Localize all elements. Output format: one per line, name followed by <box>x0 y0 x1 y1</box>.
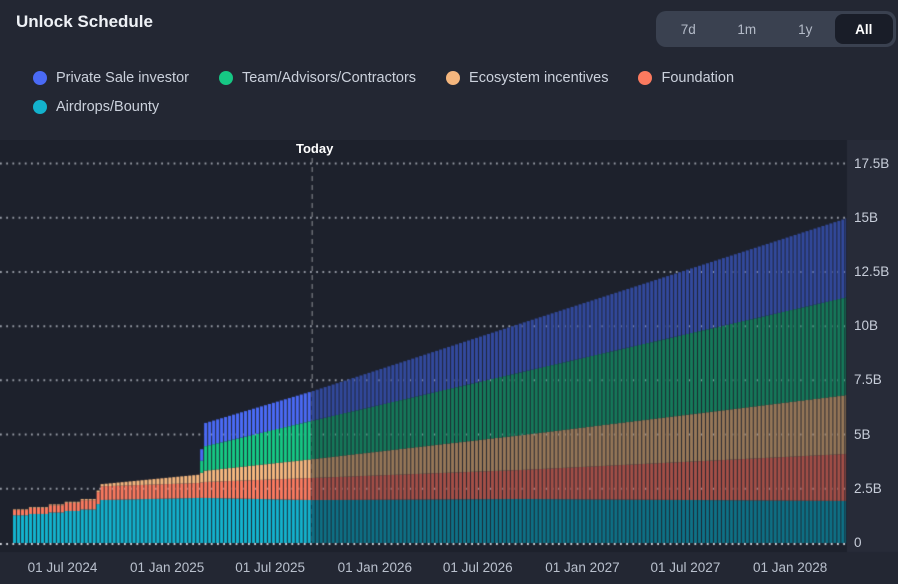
legend-item-label: Team/Advisors/Contractors <box>242 70 416 86</box>
legend-item-label: Airdrops/Bounty <box>56 99 159 115</box>
chart-legend: Private Sale investor Team/Advisors/Cont… <box>33 66 885 118</box>
y-tick-label: 17.5B <box>854 156 889 171</box>
x-tick-label: 01 Jan 2028 <box>753 560 827 575</box>
y-tick-label: 7.5B <box>854 372 882 387</box>
y-tick-label: 15B <box>854 210 878 225</box>
legend-dot-icon <box>33 71 47 85</box>
legend-dot-icon <box>638 71 652 85</box>
legend-item-label: Private Sale investor <box>56 70 189 86</box>
range-1y-button[interactable]: 1y <box>776 14 835 44</box>
chart-area: Today 01 Jul 2024 01 Jan 2025 01 Jul 2025 0… <box>0 140 898 584</box>
legend-item-ecosystem[interactable]: Ecosystem incentives <box>446 66 608 89</box>
y-tick-label: 10B <box>854 318 878 333</box>
range-1m-button[interactable]: 1m <box>718 14 777 44</box>
legend-item-label: Ecosystem incentives <box>469 70 608 86</box>
y-tick-label: 0 <box>854 535 862 550</box>
x-tick-label: 01 Jul 2024 <box>28 560 98 575</box>
legend-item-airdrops[interactable]: Airdrops/Bounty <box>33 95 159 118</box>
time-range-selector: 7d 1m 1y All <box>656 11 896 47</box>
y-tick-label: 12.5B <box>854 264 889 279</box>
today-marker-label: Today <box>296 141 333 156</box>
legend-item-label: Foundation <box>661 70 734 86</box>
legend-item-foundation[interactable]: Foundation <box>638 66 734 89</box>
legend-dot-icon <box>446 71 460 85</box>
x-tick-label: 01 Jan 2027 <box>545 560 619 575</box>
x-tick-label: 01 Jan 2026 <box>338 560 412 575</box>
legend-dot-icon <box>219 71 233 85</box>
y-tick-label: 5B <box>854 427 871 442</box>
page-title: Unlock Schedule <box>16 12 153 32</box>
range-7d-button[interactable]: 7d <box>659 14 718 44</box>
legend-dot-icon <box>33 100 47 114</box>
legend-item-team-advisors[interactable]: Team/Advisors/Contractors <box>219 66 416 89</box>
x-tick-label: 01 Jul 2026 <box>443 560 513 575</box>
y-tick-label: 2.5B <box>854 481 882 496</box>
unlock-schedule-widget: { "header": { "title": "Unlock Schedule"… <box>0 0 898 584</box>
range-all-button[interactable]: All <box>835 14 894 44</box>
x-tick-label: 01 Jul 2027 <box>651 560 721 575</box>
legend-item-private-sale[interactable]: Private Sale investor <box>33 66 189 89</box>
x-tick-label: 01 Jan 2025 <box>130 560 204 575</box>
x-tick-label: 01 Jul 2025 <box>235 560 305 575</box>
unlock-schedule-chart-canvas[interactable] <box>0 140 898 584</box>
